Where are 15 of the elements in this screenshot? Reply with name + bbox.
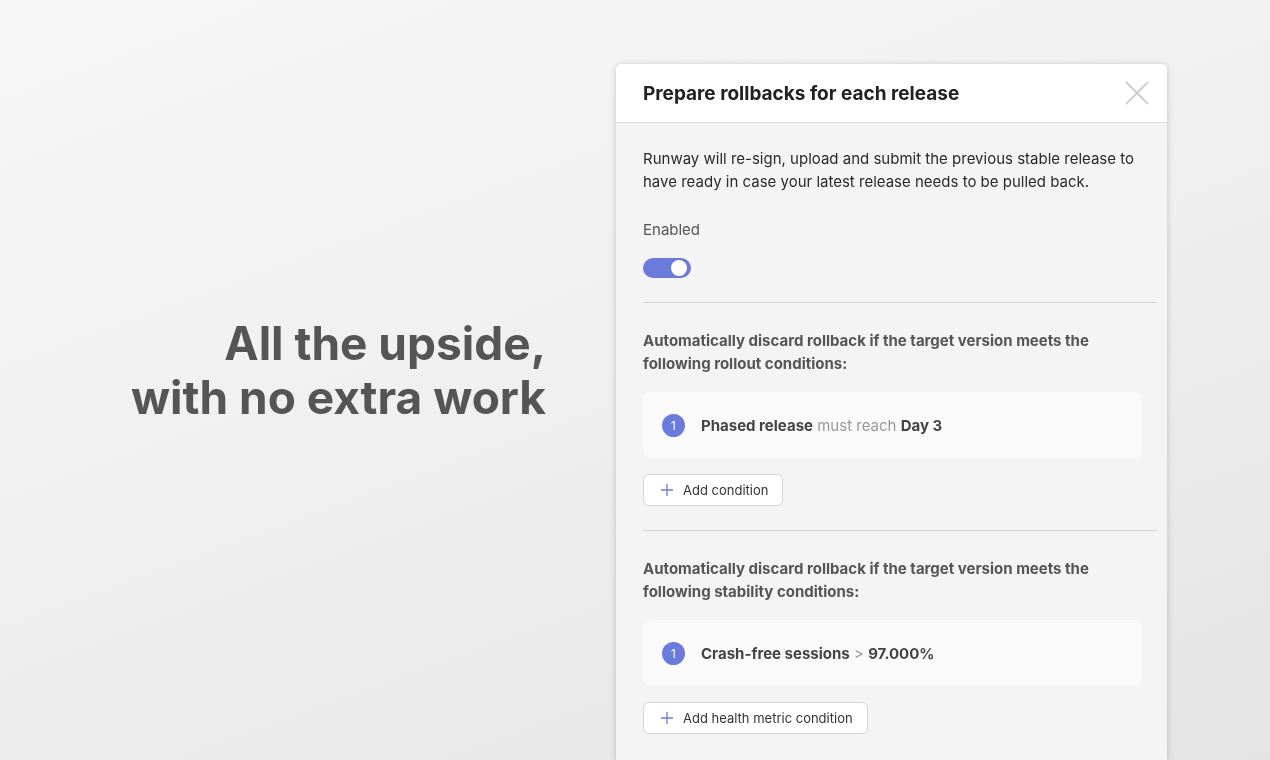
section-heading: Automatically discard rollback if the target version meets the following rollout conditions: [643, 330, 1090, 375]
dialog-title: Prepare rollbacks for each release [643, 81, 960, 105]
plus-icon [661, 484, 673, 496]
headline: All the upside, with no extra work [131, 316, 546, 424]
condition-number-badge: 1 [662, 641, 685, 665]
toggle-label: Enabled [643, 220, 701, 239]
plus-icon [661, 712, 673, 724]
condition-number-badge: 1 [662, 413, 685, 437]
add-condition-button[interactable]: Add health metric condition [643, 702, 868, 734]
condition-text: Phased release must reach Day 3 [701, 415, 943, 435]
description-text: Runway will re-sign, upload and submit the previous stable release to have ready in case your latest release needs to be pulled back. [643, 148, 1135, 193]
condition-text: Crash-free sessions > 97.000% [701, 643, 935, 663]
enabled-toggle[interactable] [643, 258, 691, 278]
add-condition-button[interactable]: Add condition [643, 474, 784, 506]
section-heading: Automatically discard rollback if the target version meets the following stability conditions: [643, 558, 1090, 603]
